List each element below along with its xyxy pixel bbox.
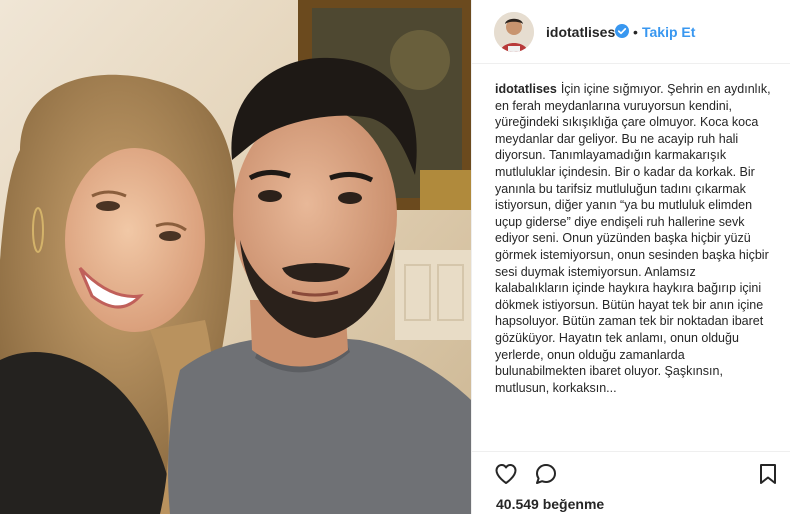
verified-badge-icon [615,24,629,38]
caption-username[interactable]: idotatlises [495,82,557,96]
bookmark-icon[interactable] [756,462,780,486]
likes-count[interactable]: 40.549 beğenme [496,496,604,512]
speech-bubble-icon[interactable] [534,462,558,486]
likes-word: beğenme [542,496,605,512]
username-link[interactable]: idotatlises [546,24,615,40]
post-actions: 40.549 beğenme [472,451,790,514]
follow-button[interactable]: Takip Et [642,24,695,40]
heart-outline-icon[interactable] [494,462,518,486]
post-header: idotatlises • Takip Et [472,0,790,64]
likes-number: 40.549 [496,496,539,512]
post-image [0,0,471,514]
post-photo[interactable] [0,0,471,514]
caption-text: İçin içine sığmıyor. Şehrin en aydınlık,… [495,82,771,395]
post-side-panel: idotatlises • Takip Et idotatlises İçin i… [471,0,790,514]
separator-dot: • [633,24,638,40]
post-caption: idotatlises İçin içine sığmıyor. Şehrin e… [495,81,771,451]
avatar[interactable] [494,12,534,52]
avatar-image [494,12,534,52]
